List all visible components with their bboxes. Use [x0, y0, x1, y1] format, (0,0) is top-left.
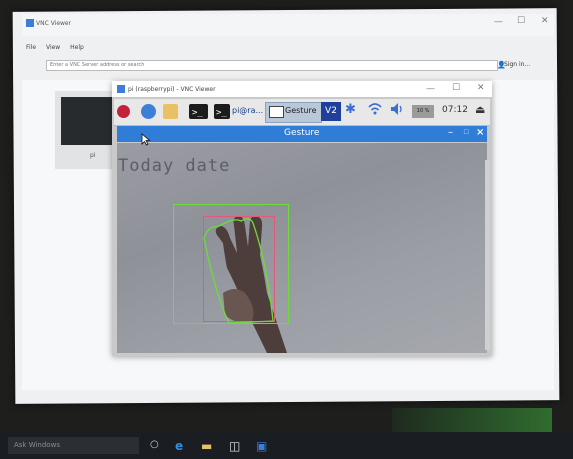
- vnc-window-title: VNC Viewer: [36, 20, 72, 27]
- vnc-close-button[interactable]: ✕: [541, 16, 549, 26]
- svg-text:>_: >_: [192, 108, 203, 118]
- menu-file[interactable]: File: [26, 44, 36, 51]
- monitor-logo: [392, 408, 552, 432]
- vnc-viewer-titlebar: [22, 14, 554, 36]
- window-icon: [269, 106, 284, 118]
- pi-maximize-button[interactable]: ☐: [452, 83, 460, 93]
- vnc-tray-icon[interactable]: V2: [321, 102, 341, 121]
- address-search-input[interactable]: Enter a VNC Server address or search: [46, 60, 498, 71]
- gesture-window-title: Gesture: [284, 128, 320, 138]
- sign-in-button[interactable]: Sign in...: [504, 61, 530, 68]
- gesture-maximize-button[interactable]: ▫: [463, 127, 469, 137]
- menu-view[interactable]: View: [46, 44, 60, 51]
- menu-help[interactable]: Help: [70, 44, 84, 51]
- cpu-usage-indicator: 10 %: [412, 105, 434, 118]
- gesture-minimize-button[interactable]: –: [448, 127, 453, 138]
- pi-session-app-icon: [117, 85, 125, 93]
- terminal-task-icon[interactable]: >_: [214, 104, 230, 119]
- edge-browser-icon[interactable]: e: [175, 439, 183, 453]
- terminal-task-label[interactable]: pi@ra...: [232, 106, 263, 115]
- vnc-app-icon: [26, 19, 34, 27]
- mouse-cursor-icon: [141, 131, 151, 150]
- today-date-text: Today date: [118, 156, 231, 176]
- globe-icon[interactable]: [141, 104, 156, 119]
- volume-icon[interactable]: [389, 101, 405, 121]
- gesture-close-button[interactable]: ×: [476, 127, 484, 138]
- vnc-maximize-button[interactable]: ☐: [517, 16, 525, 26]
- bluetooth-icon[interactable]: ✱: [345, 102, 356, 117]
- svg-text:>_: >_: [216, 108, 227, 118]
- wifi-icon[interactable]: [368, 101, 382, 121]
- task-view-icon[interactable]: ○: [150, 439, 159, 450]
- terminal-icon[interactable]: >_: [189, 104, 208, 119]
- pi-minimize-button[interactable]: —: [426, 84, 435, 94]
- raspberry-icon[interactable]: [117, 105, 130, 118]
- gesture-task-label[interactable]: Gesture: [285, 106, 317, 115]
- vnc-menubar: File View Help: [22, 44, 554, 54]
- vnc-minimize-button[interactable]: —: [494, 17, 503, 27]
- eject-icon[interactable]: ⏏: [475, 103, 485, 116]
- vnc-viewer-taskbar-icon[interactable]: ▣: [256, 439, 267, 453]
- file-explorer-icon[interactable]: ▬: [201, 439, 212, 453]
- connection-thumbnail-label: pi: [90, 152, 96, 159]
- windows-search-input[interactable]: Ask Windows: [8, 437, 139, 454]
- pi-close-button[interactable]: ✕: [477, 83, 485, 93]
- store-icon[interactable]: ◫: [229, 439, 240, 453]
- pi-session-title: pi (raspberrypi) - VNC Viewer: [128, 86, 216, 93]
- folder-icon[interactable]: [163, 104, 178, 119]
- gesture-window-scrollbar[interactable]: [485, 160, 490, 350]
- taskbar-clock[interactable]: 07:12: [442, 105, 468, 115]
